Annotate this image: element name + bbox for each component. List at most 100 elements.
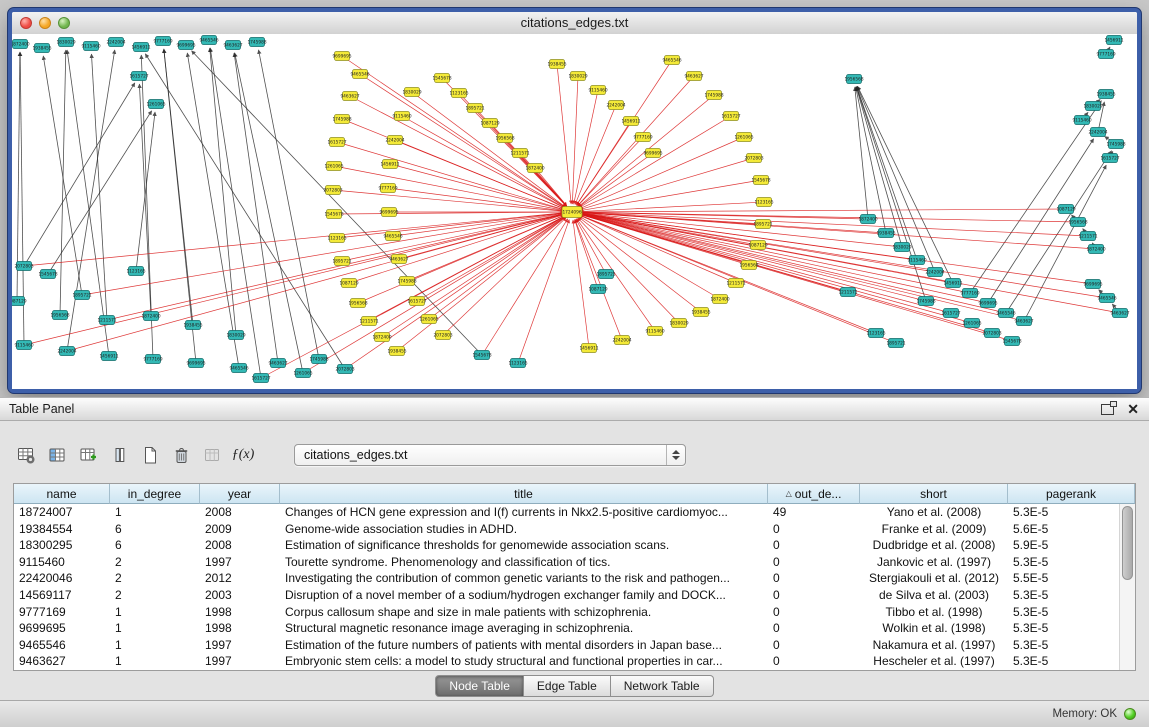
column-header-name[interactable]: name [14, 484, 110, 504]
network-node[interactable]: 1938455 [691, 308, 710, 317]
float-panel-icon[interactable] [1101, 404, 1114, 415]
network-node[interactable]: 1615727 [721, 112, 740, 121]
network-node[interactable]: 9463627 [684, 72, 703, 81]
network-node[interactable]: 1545678 [432, 74, 451, 83]
network-node[interactable]: 9463627 [223, 41, 242, 50]
close-panel-icon[interactable]: ✕ [1127, 398, 1139, 420]
network-node[interactable]: 2242004 [57, 347, 76, 356]
network-node[interactable]: 2242004 [606, 101, 625, 110]
network-node[interactable]: 1456911 [579, 344, 598, 353]
network-node[interactable]: 1123165 [126, 267, 145, 276]
zoom-window-button[interactable] [58, 17, 70, 29]
table-row[interactable]: 946362711997Embryonic stem cells: a mode… [14, 653, 1135, 670]
network-node[interactable]: 1895721 [886, 339, 905, 348]
network-node[interactable]: 2072803 [14, 262, 33, 271]
network-node[interactable]: 1545678 [472, 351, 491, 360]
network-node[interactable]: 1261065 [734, 133, 753, 142]
tab-node-table[interactable]: Node Table [435, 675, 524, 697]
network-node[interactable]: 1872400 [12, 40, 30, 49]
network-node[interactable]: 1087129 [588, 285, 607, 294]
network-node[interactable]: 1545678 [1002, 337, 1021, 346]
network-node[interactable]: 9699695 [186, 359, 205, 368]
network-node[interactable]: 1830029 [226, 331, 245, 340]
table-row[interactable]: 911546021997Tourette syndrome. Phenomeno… [14, 554, 1135, 571]
table-row[interactable]: 977716911998Corpus callosum shape and si… [14, 604, 1135, 621]
network-node[interactable]: 9777169 [143, 355, 162, 364]
network-node[interactable]: 1123165 [327, 234, 346, 243]
network-node[interactable]: 1261065 [962, 319, 981, 328]
network-node[interactable]: 1938455 [387, 347, 406, 356]
network-node[interactable]: 1615727 [327, 138, 346, 147]
network-node[interactable]: 1211571 [97, 316, 116, 325]
network-node[interactable]: 1545678 [751, 176, 770, 185]
network-node[interactable]: 1123165 [449, 89, 468, 98]
table-row[interactable]: 969969511998Structural magnetic resonanc… [14, 620, 1135, 637]
scrollbar-thumb[interactable] [1122, 506, 1133, 580]
network-node[interactable]: 1745988 [1106, 140, 1125, 149]
network-node[interactable]: 1872400 [858, 215, 877, 224]
network-node[interactable]: 9465546 [229, 364, 248, 373]
network-node[interactable]: 2242004 [385, 136, 404, 145]
network-node[interactable]: 1545678 [38, 270, 57, 279]
network-node[interactable]: 1211571 [359, 317, 378, 326]
network-node[interactable]: 1745988 [916, 297, 935, 306]
network-node[interactable]: 1830029 [892, 243, 911, 252]
network-node[interactable]: 1895721 [465, 104, 484, 113]
new-table-button[interactable] [136, 442, 164, 469]
column-header-short[interactable]: short [860, 484, 1008, 504]
network-node[interactable]: 9115460 [588, 86, 607, 95]
table-row[interactable]: 1456911722003Disruption of a novel membe… [14, 587, 1135, 604]
network-node[interactable]: 1087129 [339, 279, 358, 288]
network-node[interactable]: 1938455 [547, 60, 566, 69]
network-node[interactable]: 9699695 [332, 52, 351, 61]
network-node[interactable]: 9777169 [153, 37, 172, 46]
network-node[interactable]: 9115460 [81, 42, 100, 51]
network-node[interactable]: 1938455 [183, 321, 202, 330]
network-node[interactable]: 1724096 [562, 207, 582, 218]
network-node[interactable]: 1938455 [32, 44, 51, 53]
network-node[interactable]: 1261065 [419, 315, 438, 324]
column-header-title[interactable]: title [280, 484, 768, 504]
network-node[interactable]: 1615727 [407, 297, 426, 306]
network-node[interactable]: 2242004 [106, 38, 125, 47]
network-node[interactable]: 9465546 [350, 70, 369, 79]
network-node[interactable]: 1830029 [402, 88, 421, 97]
network-node[interactable]: 1261065 [293, 369, 312, 378]
network-node[interactable]: 9463627 [389, 255, 408, 264]
network-node[interactable]: 9115460 [392, 112, 411, 121]
network-graph[interactable]: 1872400193845518300299115460224200414569… [12, 34, 1137, 389]
network-node[interactable]: 1830029 [1083, 102, 1102, 111]
network-node[interactable]: 1211571 [726, 279, 745, 288]
function-builder-button[interactable]: ƒ(x) [229, 442, 257, 469]
network-node[interactable]: 1087129 [1056, 205, 1075, 214]
network-node[interactable]: 9699695 [978, 299, 997, 308]
column-header-year[interactable]: year [200, 484, 280, 504]
network-node[interactable]: 1872400 [372, 333, 391, 342]
network-node[interactable]: 9777169 [378, 184, 397, 193]
network-node[interactable]: 1456911 [99, 352, 118, 361]
network-node[interactable]: 2072803 [335, 365, 354, 374]
network-node[interactable]: 1895721 [753, 220, 772, 229]
network-node[interactable]: 1956568 [1068, 218, 1087, 227]
network-node[interactable]: 1830029 [56, 38, 75, 47]
show-columns-button[interactable] [43, 442, 71, 469]
network-node[interactable]: 1456911 [943, 279, 962, 288]
table-row[interactable]: 946554611997Estimation of the future num… [14, 637, 1135, 654]
network-node[interactable]: 2072803 [982, 329, 1001, 338]
network-node[interactable]: 1895721 [72, 291, 91, 300]
network-node[interactable]: 1872400 [141, 312, 160, 321]
network-node[interactable]: 9777169 [960, 289, 979, 298]
network-node[interactable]: 9463627 [340, 92, 359, 101]
network-node[interactable]: 9777169 [1096, 50, 1115, 59]
network-node[interactable]: 1956568 [844, 75, 863, 84]
window-titlebar[interactable]: citations_edges.txt [12, 12, 1137, 35]
delete-table-button[interactable] [167, 442, 195, 469]
network-node[interactable]: 1938455 [1096, 90, 1115, 99]
column-chooser-button[interactable] [105, 442, 133, 469]
network-node[interactable]: 1895721 [332, 257, 351, 266]
network-node[interactable]: 1123165 [754, 198, 773, 207]
network-node[interactable]: 1261065 [324, 162, 343, 171]
network-node[interactable]: 1087129 [12, 297, 27, 306]
network-node[interactable]: 9699695 [379, 208, 398, 217]
network-node[interactable]: 1956568 [348, 299, 367, 308]
